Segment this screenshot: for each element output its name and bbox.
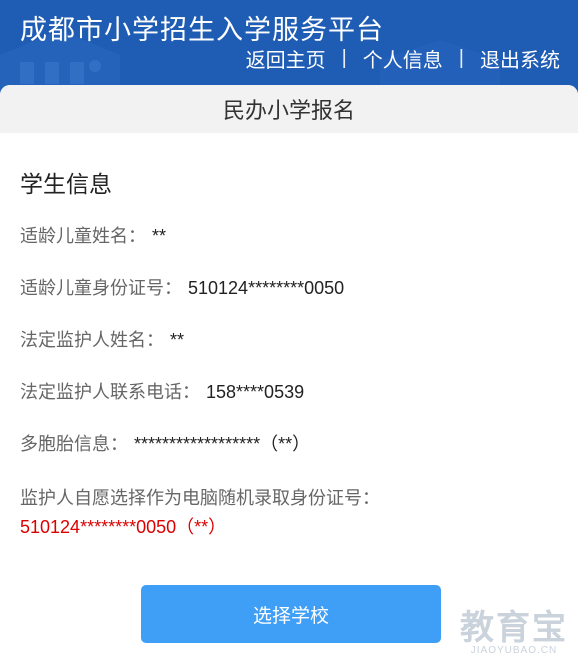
field-value: 510124********0050 — [188, 278, 345, 298]
nav-separator: | — [458, 47, 464, 69]
watermark-text: 教育宝 — [460, 609, 568, 647]
nav-logout-link[interactable]: 退出系统 — [480, 44, 560, 73]
field-value: 158****0539 — [206, 382, 305, 402]
field-label: 法定监护人联系电话： — [20, 382, 200, 402]
section-title: 学生信息 — [20, 171, 112, 197]
field-value: ** — [170, 330, 185, 350]
nav-separator: | — [341, 47, 347, 69]
field-child-name: 适龄儿童姓名： ** — [20, 222, 166, 248]
select-school-button[interactable]: 选择学校 — [141, 585, 441, 643]
field-value: ******************（**） — [134, 434, 311, 454]
field-label: 适龄儿童姓名： — [20, 226, 146, 246]
app-title: 成都市小学招生入学服务平台 — [20, 15, 384, 45]
guardian-choice-id: 510124********0050（**） — [20, 517, 227, 537]
field-label: 多胞胎信息： — [20, 434, 128, 454]
watermark-domain: JIAOYUBAO.CN — [470, 645, 558, 656]
field-guardian-name: 法定监护人姓名： ** — [20, 326, 184, 352]
field-label: 监护人自愿选择作为电脑随机录取身份证号： — [20, 488, 380, 508]
field-guardian-choice-value: 510124********0050（**） — [20, 513, 226, 539]
nav-profile-link[interactable]: 个人信息 — [363, 44, 443, 73]
card-heading: 民办小学报名 — [0, 85, 578, 133]
field-guardian-phone: 法定监护人联系电话： 158****0539 — [20, 378, 304, 404]
nav-home-link[interactable]: 返回主页 — [246, 44, 326, 73]
field-label: 适龄儿童身份证号： — [20, 278, 182, 298]
field-child-id: 适龄儿童身份证号： 510124********0050 — [20, 274, 344, 300]
field-label: 法定监护人姓名： — [20, 330, 164, 350]
watermark-logo: 教育宝 JIAOYUBAO.CN — [460, 600, 568, 656]
registration-card: 民办小学报名 学生信息 适龄儿童姓名： ** 适龄儿童身份证号： 510124***… — [0, 85, 578, 671]
field-guardian-choice: 监护人自愿选择作为电脑随机录取身份证号： — [20, 484, 380, 510]
field-value: ** — [152, 226, 167, 246]
field-multiple-birth: 多胞胎信息： ******************（**） — [20, 430, 310, 456]
header-nav: 返回主页 | 个人信息 | 退出系统 — [246, 44, 560, 73]
